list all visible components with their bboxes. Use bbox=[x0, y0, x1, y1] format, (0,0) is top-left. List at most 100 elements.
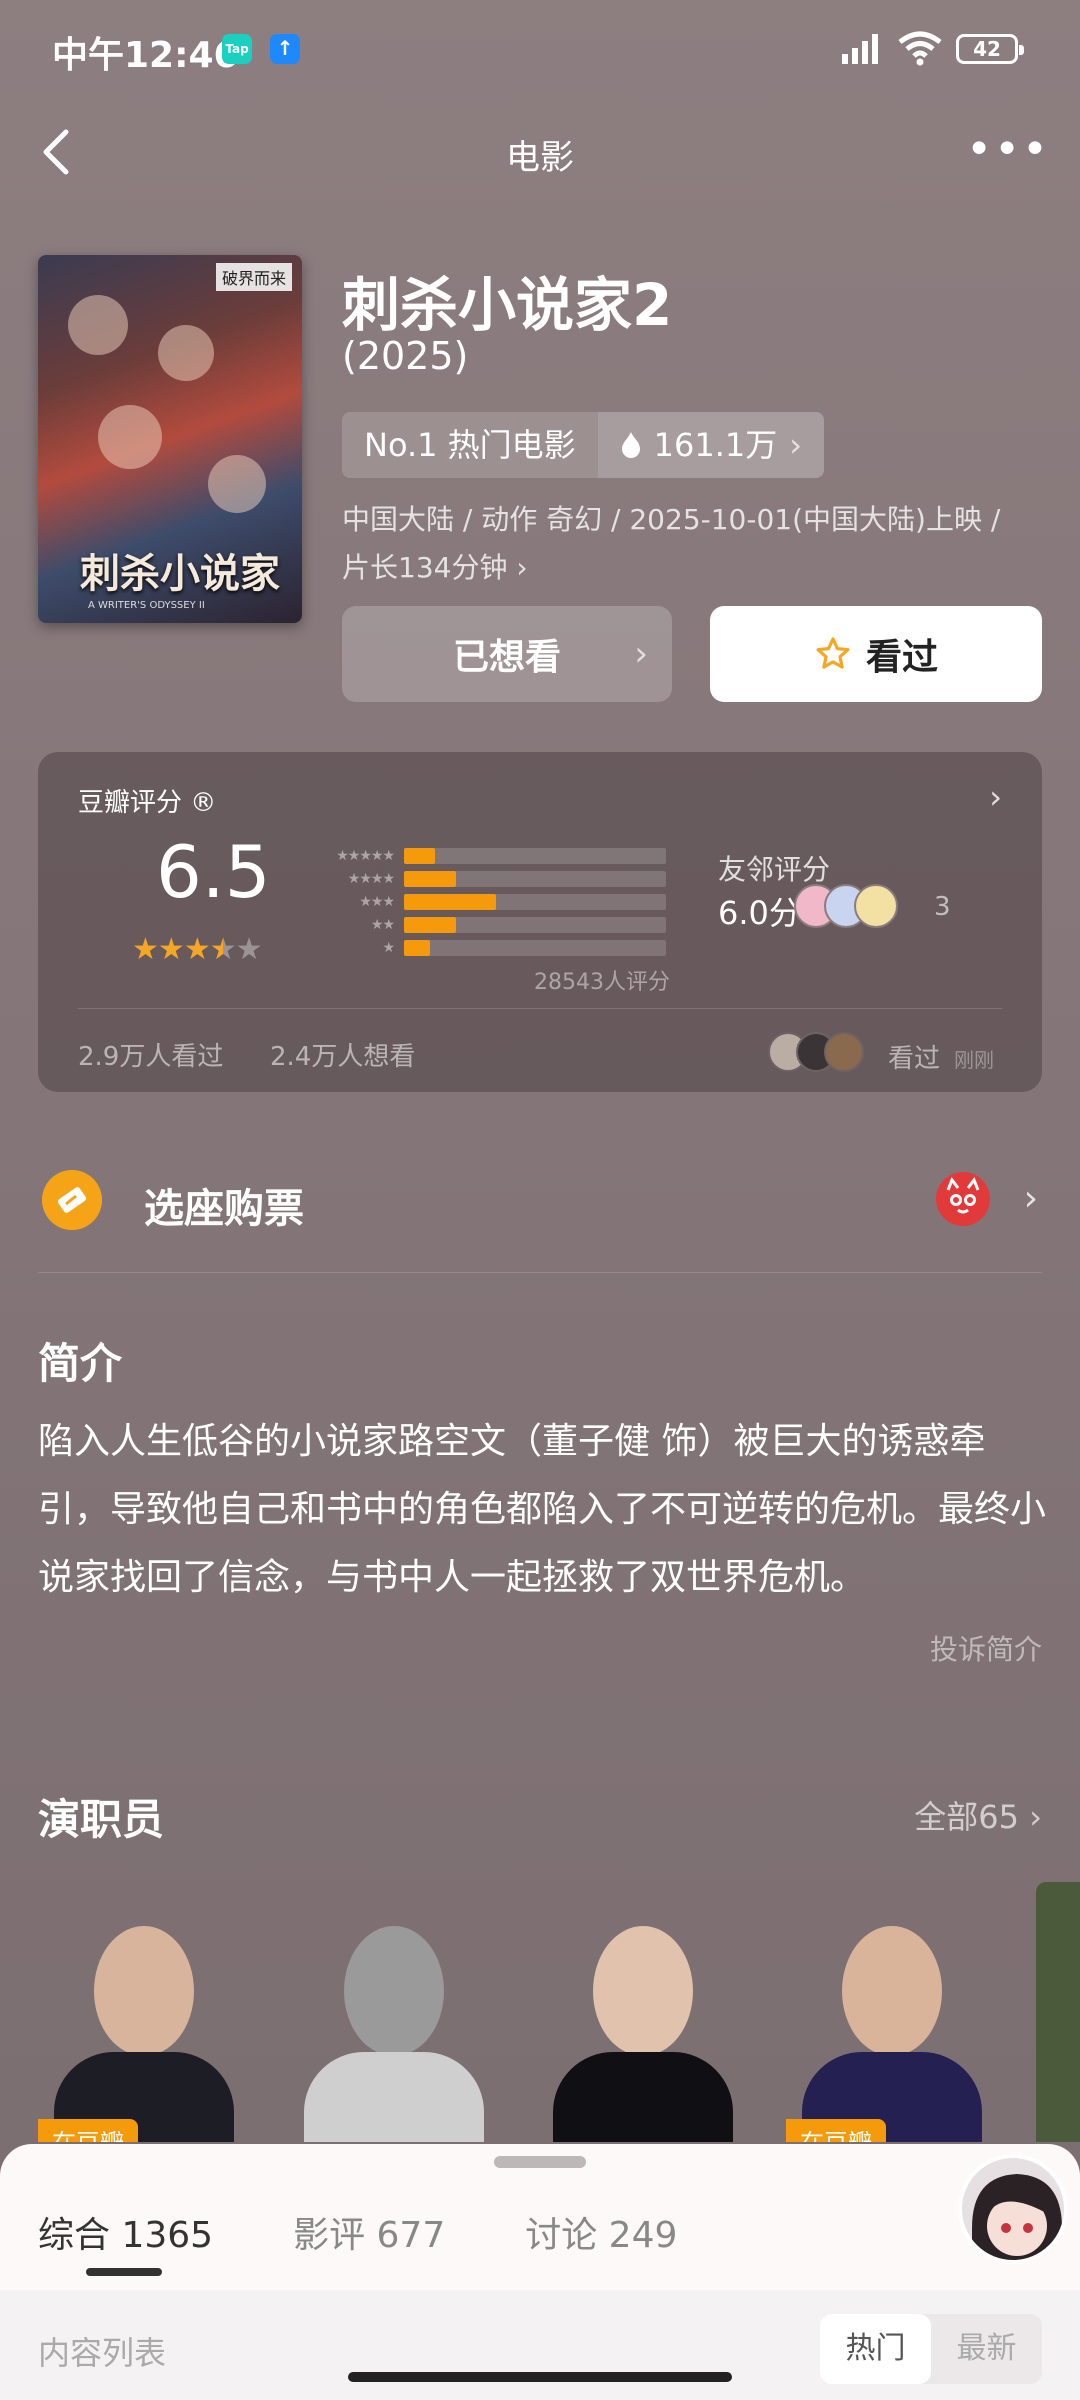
poster-badge: 破界而来 bbox=[215, 263, 292, 291]
cast-card[interactable] bbox=[288, 1882, 500, 2142]
page-title: 电影 bbox=[506, 138, 574, 178]
status-time: 中午12:46 bbox=[52, 35, 239, 76]
rating-bar-row: ★★★★★ bbox=[308, 844, 666, 867]
on-douban-tag: 在豆瓣 bbox=[38, 2119, 138, 2142]
rating-bar-row: ★★ bbox=[308, 913, 666, 936]
rating-bar-fill bbox=[404, 847, 436, 864]
meta-line: 中国大陆 / 动作 奇幻 / 2025-10-01(中国大陆)上映 / bbox=[342, 503, 1001, 536]
rating-bar-track bbox=[404, 939, 666, 956]
douban-rating-label: 豆瓣评分 ® bbox=[78, 788, 217, 818]
poster-figure bbox=[68, 295, 128, 355]
avatar bbox=[824, 1032, 864, 1072]
movie-poster[interactable]: 破界而来 刺杀小说家 A WRITER'S ODYSSEY II bbox=[38, 255, 302, 623]
rating-bar-stars: ★★★★ bbox=[347, 870, 395, 887]
rating-bar-track bbox=[404, 870, 666, 887]
cast-card[interactable] bbox=[537, 1882, 749, 2142]
rating-bar-track bbox=[404, 893, 666, 910]
synopsis-title: 简介 bbox=[38, 1339, 123, 1388]
cast-body bbox=[553, 2052, 733, 2142]
tab-reviews[interactable]: 影评 677 bbox=[293, 2206, 445, 2258]
battery-icon: 42 bbox=[956, 34, 1024, 64]
divider bbox=[38, 1272, 1042, 1273]
tab-discussions[interactable]: 讨论 249 bbox=[525, 2206, 677, 2258]
poster-title: 刺杀小说家 bbox=[80, 551, 280, 597]
star-outline-icon bbox=[816, 637, 850, 669]
content-list-header: 内容列表 热门 最新 bbox=[0, 2290, 1080, 2400]
more-options-icon[interactable]: ••• bbox=[966, 128, 1050, 172]
buy-tickets-label: 选座购票 bbox=[144, 1186, 304, 1232]
want-count: 2.4万人想看 bbox=[270, 1042, 416, 1072]
cast-all-link[interactable]: 全部65 › bbox=[914, 1792, 1042, 1838]
star-full-icon: ★ bbox=[132, 932, 159, 967]
sort-toggle: 热门 最新 bbox=[820, 2314, 1042, 2384]
buy-tickets-row[interactable]: 选座购票 › bbox=[38, 1160, 1042, 1270]
heat-indicator: 161.1万 › bbox=[597, 412, 825, 478]
rating-bar-fill bbox=[404, 870, 457, 887]
cast-card[interactable] bbox=[1036, 1882, 1080, 2142]
cast-face bbox=[842, 1926, 942, 2056]
upload-notification-icon: ↑ bbox=[270, 34, 300, 64]
assistant-avatar[interactable] bbox=[958, 2154, 1068, 2264]
want-to-watch-button[interactable]: 已想看 › bbox=[342, 606, 672, 702]
status-bar: 中午12:46 Tap ↑ 42 bbox=[0, 0, 1080, 100]
poster-figure bbox=[98, 405, 162, 469]
wifi-icon bbox=[898, 31, 942, 66]
rating-bar-stars: ★★★★★ bbox=[336, 847, 395, 864]
seen-button[interactable]: 看过 bbox=[710, 606, 1042, 702]
bottom-sheet[interactable]: 综合 1365 影评 677 讨论 249 内容列表 热门 最新 bbox=[0, 2144, 1080, 2400]
rating-distribution: ★★★★★ ★★★★ ★★★ ★★ ★ bbox=[308, 844, 666, 959]
star-full-icon: ★ bbox=[157, 932, 185, 967]
nav-bar: 电影 ••• bbox=[0, 110, 1080, 200]
poster-subtitle: A WRITER'S ODYSSEY II bbox=[88, 600, 205, 611]
taptap-notification-icon: Tap bbox=[222, 34, 252, 64]
rating-bar-stars: ★★ bbox=[370, 916, 395, 933]
ticket-icon bbox=[42, 1170, 102, 1230]
report-synopsis-link[interactable]: 投诉简介 bbox=[930, 1628, 1042, 1668]
cast-card[interactable]: 在豆瓣 bbox=[786, 1882, 998, 2142]
cast-card[interactable]: 在豆瓣 bbox=[38, 1882, 250, 2142]
sort-new-button[interactable]: 最新 bbox=[931, 2314, 1042, 2384]
rating-score: 6.5 bbox=[156, 830, 271, 914]
rating-bar-row: ★★★★ bbox=[308, 867, 666, 890]
rating-bar-row: ★ bbox=[308, 936, 666, 959]
rating-card[interactable]: 豆瓣评分 ® › 6.5 ★★★★★ ★★★★★ ★★★★ ★★★ ★★ ★ 28543… bbox=[38, 752, 1042, 1092]
sort-hot-button[interactable]: 热门 bbox=[820, 2314, 931, 2384]
want-label: 已想看 bbox=[452, 637, 561, 678]
friend-rating-label: 友邻评分 bbox=[718, 853, 831, 886]
cast-body bbox=[304, 2052, 484, 2142]
rating-bar-fill bbox=[404, 916, 457, 933]
rating-bar-stars: ★ bbox=[382, 939, 395, 956]
heat-value: 161.1万 bbox=[653, 426, 778, 464]
rank-label: No.1 热门电影 bbox=[342, 412, 598, 478]
recent-avatars bbox=[768, 1032, 864, 1072]
friend-rating-score: 6.0分 bbox=[718, 894, 801, 932]
active-tab-indicator bbox=[86, 2268, 162, 2276]
tab-overview[interactable]: 综合 1365 bbox=[38, 2206, 213, 2258]
movie-title: 刺杀小说家2 bbox=[342, 271, 673, 339]
synopsis-text[interactable]: 陷入人生低谷的小说家路空文（董子健 饰）被巨大的诱惑牵引，导致他自己和书中的角色… bbox=[38, 1408, 1048, 1612]
content-tabs: 综合 1365 影评 677 讨论 249 bbox=[38, 2206, 677, 2258]
star-full-icon: ★ bbox=[183, 932, 211, 967]
movie-meta[interactable]: 中国大陆 / 动作 奇幻 / 2025-10-01(中国大陆)上映 / 片长13… bbox=[342, 496, 1042, 592]
chevron-right-icon: › bbox=[634, 634, 648, 674]
divider bbox=[78, 1008, 1002, 1009]
rating-bar-fill bbox=[404, 893, 496, 910]
meta-line: 片长134分钟 › bbox=[342, 551, 528, 584]
maoyan-cat-icon bbox=[936, 1172, 990, 1226]
poster-figure bbox=[158, 325, 214, 381]
content-list-label: 内容列表 bbox=[38, 2334, 167, 2372]
friend-avatars[interactable] bbox=[794, 884, 898, 928]
rank-badge[interactable]: No.1 热门电影 161.1万 › bbox=[342, 412, 825, 478]
star-empty-icon: ★ bbox=[235, 932, 263, 967]
rating-bar-track bbox=[404, 916, 666, 933]
avatar bbox=[854, 884, 898, 928]
on-douban-tag: 在豆瓣 bbox=[786, 2119, 886, 2142]
flame-icon bbox=[621, 432, 640, 458]
cast-list: 在豆瓣 在豆瓣 bbox=[38, 1882, 1080, 2142]
movie-year: (2025) bbox=[342, 334, 469, 378]
rating-bar-fill bbox=[404, 939, 431, 956]
seen-count: 2.9万人看过 bbox=[78, 1042, 224, 1072]
signal-icon bbox=[842, 34, 878, 64]
sheet-drag-handle[interactable] bbox=[494, 2156, 586, 2168]
chevron-right-icon[interactable]: › bbox=[989, 778, 1002, 816]
